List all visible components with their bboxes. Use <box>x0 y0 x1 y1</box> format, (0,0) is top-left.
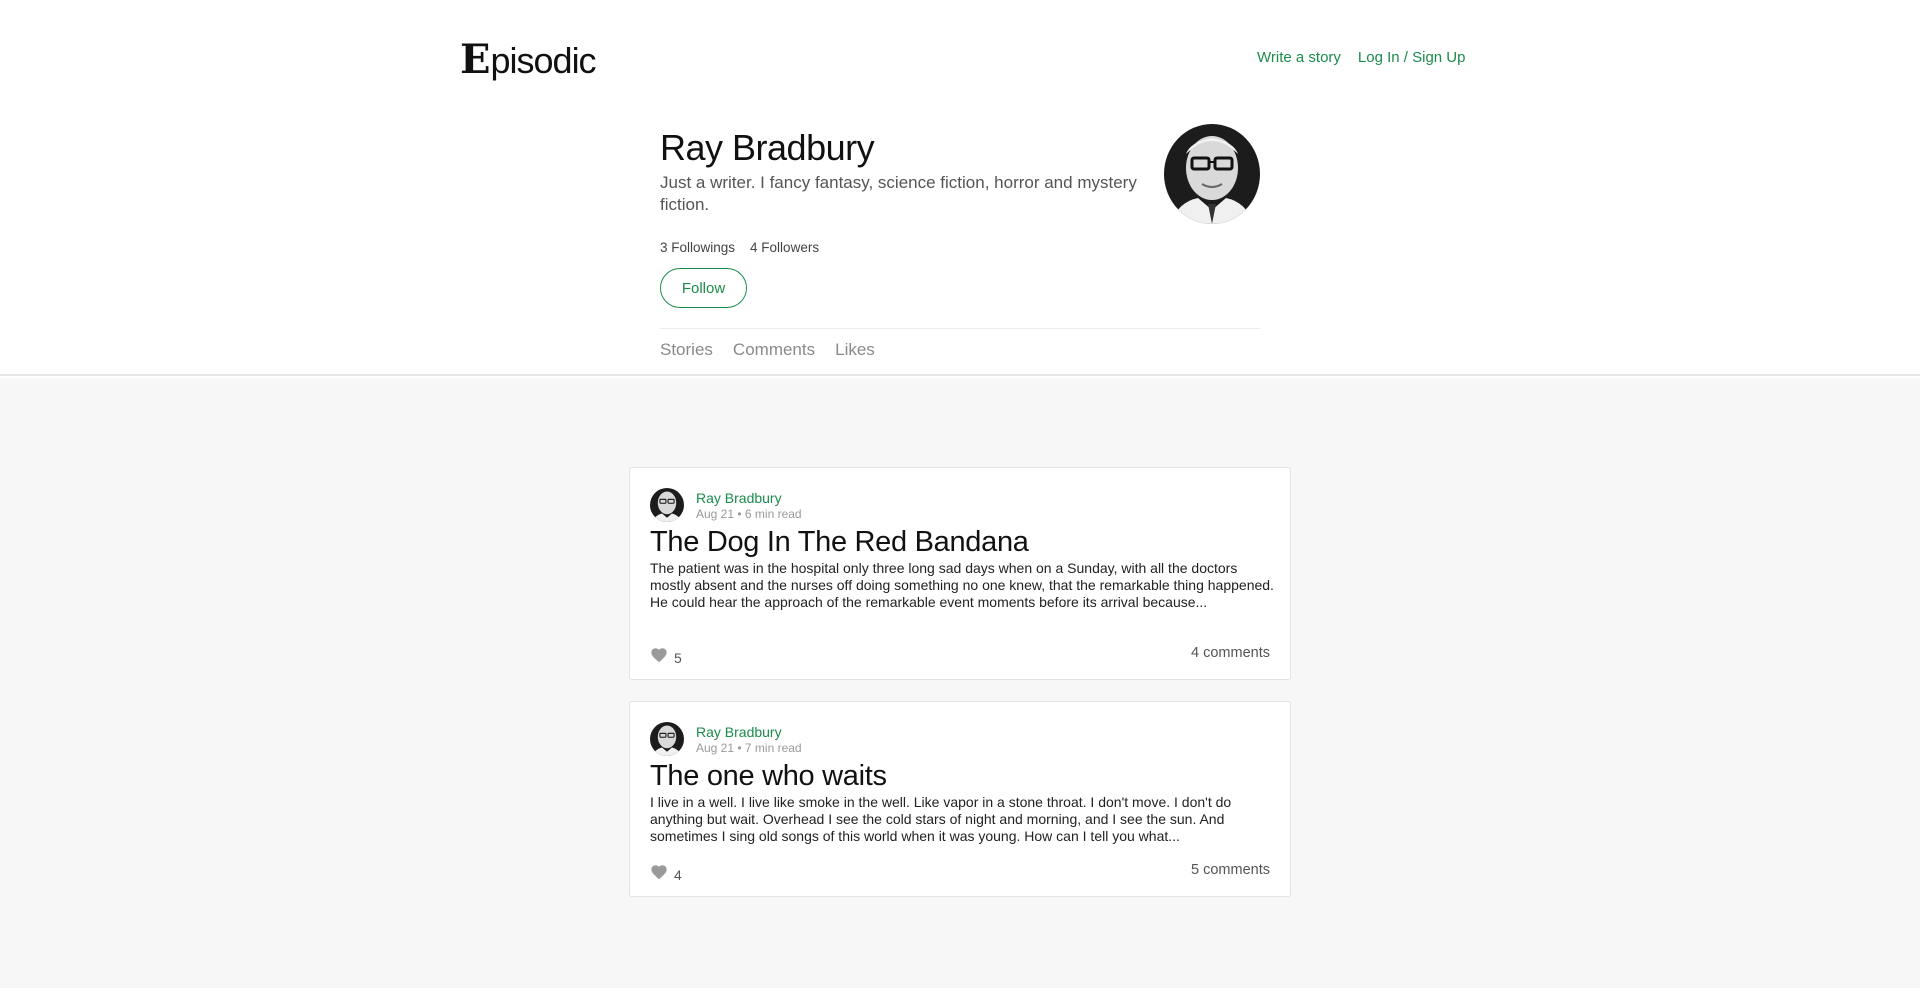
tab-stories[interactable]: Stories <box>660 340 713 360</box>
story-card[interactable]: Ray Bradbury Aug 21 • 6 min read The Dog… <box>629 467 1291 680</box>
profile-avatar-photo <box>1164 124 1260 224</box>
tab-likes[interactable]: Likes <box>835 340 875 360</box>
story-meta: Aug 21 • 6 min read <box>696 506 802 521</box>
like-button[interactable]: 4 <box>650 861 682 883</box>
story-feed: Ray Bradbury Aug 21 • 6 min read The Dog… <box>0 378 1920 988</box>
author-meta: Ray Bradbury Aug 21 • 7 min read <box>696 724 802 755</box>
story-author: Ray Bradbury Aug 21 • 6 min read <box>650 488 802 522</box>
story-meta: Aug 21 • 7 min read <box>696 740 802 755</box>
divider <box>660 328 1260 329</box>
top-nav: Write a story Log In / Sign Up <box>1257 49 1465 66</box>
bottom-strip <box>0 988 1920 1006</box>
author-avatar-photo <box>650 722 684 756</box>
story-excerpt: The patient was in the hospital only thr… <box>650 560 1274 610</box>
author-name[interactable]: Ray Bradbury <box>696 724 802 741</box>
story-author: Ray Bradbury Aug 21 • 7 min read <box>650 722 802 756</box>
episodic-logo[interactable]: Episodic <box>460 38 597 83</box>
story-title[interactable]: The Dog In The Red Bandana <box>650 524 1029 560</box>
login-signup-link[interactable]: Log In / Sign Up <box>1358 49 1466 66</box>
profile-stats: 3 Followings 4 Followers <box>660 240 819 255</box>
author-meta: Ray Bradbury Aug 21 • 6 min read <box>696 490 802 521</box>
profile-section: Ray Bradbury Just a writer. I fancy fant… <box>660 124 1260 359</box>
comments-link[interactable]: 4 comments <box>1191 645 1270 661</box>
profile-tabs: Stories Comments Likes <box>660 340 875 360</box>
like-button[interactable]: 5 <box>650 644 682 666</box>
author-name[interactable]: Ray Bradbury <box>696 490 802 507</box>
profile-avatar <box>1164 124 1260 224</box>
author-avatar[interactable] <box>650 722 684 756</box>
author-avatar-photo <box>650 488 684 522</box>
followers-count[interactable]: 4 Followers <box>750 240 819 255</box>
heart-icon <box>651 648 667 663</box>
story-title[interactable]: The one who waits <box>650 758 887 794</box>
tab-comments[interactable]: Comments <box>733 340 815 360</box>
like-count: 4 <box>674 867 682 883</box>
followings-count[interactable]: 3 Followings <box>660 240 735 255</box>
comments-link[interactable]: 5 comments <box>1191 862 1270 878</box>
profile-bio: Just a writer. I fancy fantasy, science … <box>660 173 1137 214</box>
like-count: 5 <box>674 650 682 666</box>
write-story-link[interactable]: Write a story <box>1257 49 1341 66</box>
heart-icon <box>651 865 667 880</box>
follow-button[interactable]: Follow <box>660 268 747 308</box>
profile-header: Episodic Write a story Log In / Sign Up … <box>0 0 1920 376</box>
author-avatar[interactable] <box>650 488 684 522</box>
story-excerpt: I live in a well. I live like smoke in t… <box>650 794 1232 844</box>
story-card[interactable]: Ray Bradbury Aug 21 • 7 min read The one… <box>629 701 1291 897</box>
